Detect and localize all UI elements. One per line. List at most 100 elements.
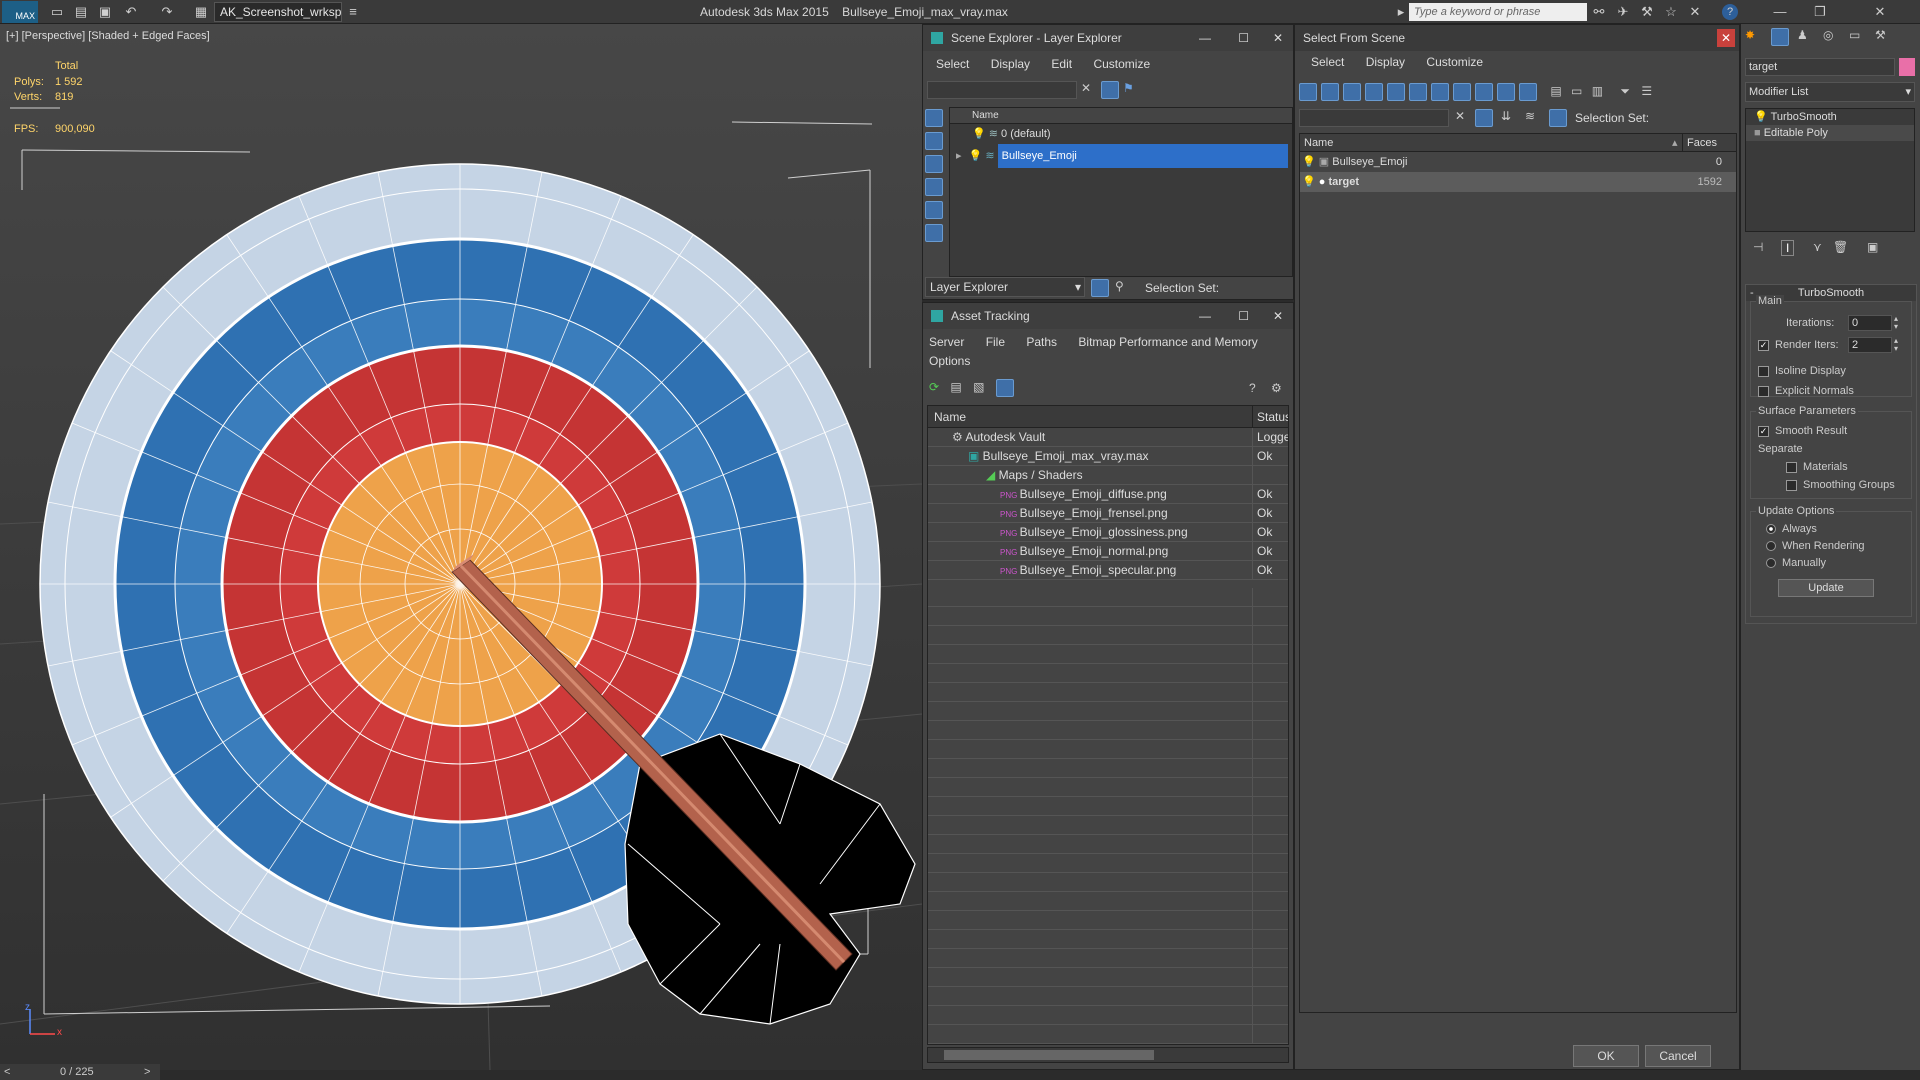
filter-bones-icon[interactable]: [1475, 83, 1493, 101]
menu-bitmap-performance[interactable]: Bitmap Performance and Memory: [1078, 335, 1257, 349]
binoculars-icon[interactable]: ⚯: [1590, 3, 1608, 21]
column-header-faces[interactable]: Faces: [1682, 134, 1726, 152]
sidebar-layers-icon[interactable]: [925, 224, 943, 242]
light-bulb-icon[interactable]: 💡: [1754, 111, 1771, 123]
display-filter-icon[interactable]: ⏷: [1620, 84, 1630, 98]
menu-display[interactable]: Display: [1366, 55, 1405, 69]
configure-sets-icon[interactable]: ▣: [1867, 240, 1878, 254]
restore-icon[interactable]: ❐: [1800, 0, 1840, 24]
layer-row-bullseye[interactable]: ▸ 💡 ≋ Bullseye_Emoji: [950, 144, 1292, 168]
filter-spacewarps-icon[interactable]: [1409, 83, 1427, 101]
search-arrow-icon[interactable]: ▸: [1392, 3, 1410, 21]
modify-tab-icon[interactable]: [1771, 28, 1789, 46]
asset-row-png[interactable]: PNG Bullseye_Emoji_diffuse.png Ok: [928, 485, 1288, 504]
menu-edit[interactable]: Edit: [1051, 57, 1072, 71]
sidebar-geometry-icon[interactable]: [925, 109, 943, 127]
render-iters-spinner[interactable]: 2: [1848, 337, 1892, 353]
time-next-button[interactable]: >: [144, 1064, 150, 1080]
materials-checkbox[interactable]: Materials: [1786, 461, 1848, 473]
bulb-icon[interactable]: 💡: [969, 150, 983, 162]
menu-file[interactable]: File: [986, 335, 1005, 349]
display-children-icon[interactable]: ⇊: [1501, 109, 1511, 123]
filter-cameras-icon[interactable]: [1365, 83, 1383, 101]
smoothing-groups-checkbox[interactable]: Smoothing Groups: [1786, 479, 1895, 491]
sidebar-shapes-icon[interactable]: [925, 132, 943, 150]
save-file-icon[interactable]: ▣: [96, 3, 114, 21]
table-view-icon[interactable]: [995, 379, 1014, 397]
asset-row-maps[interactable]: ◢ Maps / Shaders: [928, 466, 1288, 485]
always-radio[interactable]: Always: [1766, 523, 1817, 535]
object-row-bullseye[interactable]: 💡 ▣ Bullseye_Emoji 0: [1300, 152, 1736, 172]
object-name-field[interactable]: target: [1745, 58, 1895, 76]
scene-explorer-minimize-icon[interactable]: —: [1199, 25, 1211, 51]
subscription-icon[interactable]: ⚒: [1638, 3, 1656, 21]
filter-helpers-icon[interactable]: [1387, 83, 1405, 101]
smooth-result-checkbox[interactable]: ✓ Smooth Result: [1758, 425, 1847, 437]
favorites-star-icon[interactable]: ☆: [1662, 3, 1680, 21]
modifier-list-dropdown[interactable]: Modifier List ▾: [1745, 82, 1915, 102]
filter-shapes-icon[interactable]: [1321, 83, 1339, 101]
ok-button[interactable]: OK: [1573, 1045, 1639, 1067]
project-folder-icon[interactable]: ▦: [192, 3, 210, 21]
bulb-icon[interactable]: 💡: [1300, 156, 1316, 168]
clear-search-icon[interactable]: ✕: [1081, 81, 1091, 95]
manually-radio[interactable]: Manually: [1766, 557, 1826, 569]
filter-lights-icon[interactable]: [1343, 83, 1361, 101]
column-header-name[interactable]: Name: [928, 410, 966, 424]
menu-options[interactable]: Options: [929, 354, 970, 368]
show-end-result-icon[interactable]: I: [1781, 240, 1795, 256]
select-all-icon[interactable]: ▤: [1550, 84, 1561, 98]
viewport-scene[interactable]: [0, 24, 922, 1070]
asset-tracking-titlebar[interactable]: Asset Tracking — ☐ ✕: [923, 303, 1293, 329]
filter-xrefs-icon[interactable]: [1453, 83, 1471, 101]
stack-item-editable-poly[interactable]: ■ Editable Poly: [1746, 125, 1914, 141]
menu-customize[interactable]: Customize: [1093, 57, 1150, 71]
menu-server[interactable]: Server: [929, 335, 964, 349]
hierarchy-view-icon[interactable]: ⚲: [1115, 279, 1124, 293]
hierarchy-tab-icon[interactable]: ♟: [1797, 28, 1808, 42]
column-header-status[interactable]: Status: [1252, 406, 1288, 428]
filter-icon[interactable]: [1101, 81, 1119, 99]
scrollbar-thumb[interactable]: [944, 1050, 1154, 1060]
pin-stack-icon[interactable]: ⊣: [1753, 240, 1763, 254]
menu-paths[interactable]: Paths: [1026, 335, 1057, 349]
keyword-search-input[interactable]: Type a keyword or phrase: [1409, 3, 1587, 21]
asset-row-maxfile[interactable]: ▣ Bullseye_Emoji_max_vray.max Ok: [928, 447, 1288, 466]
select-dialog-titlebar[interactable]: Select From Scene ✕: [1295, 25, 1739, 51]
create-tab-icon[interactable]: ✸: [1745, 28, 1755, 42]
bulb-icon[interactable]: 💡: [1300, 176, 1316, 188]
perspective-viewport[interactable]: [+] [Perspective] [Shaded + Edged Faces]…: [0, 24, 922, 1070]
cancel-button[interactable]: Cancel: [1645, 1045, 1711, 1067]
layers-view-icon[interactable]: [1091, 279, 1109, 297]
asset-row-vault[interactable]: ⚙ Autodesk Vault Logged: [928, 428, 1288, 447]
asset-settings-icon[interactable]: ⚙: [1271, 381, 1282, 395]
sidebar-lights-icon[interactable]: [925, 155, 943, 173]
undo-icon[interactable]: ↶: [122, 3, 140, 21]
motion-tab-icon[interactable]: ◎: [1823, 28, 1833, 42]
asset-horizontal-scrollbar[interactable]: [927, 1047, 1289, 1063]
close-window-icon[interactable]: ✕: [1840, 0, 1920, 24]
filter-groups-icon[interactable]: [1431, 83, 1449, 101]
select-invert-icon[interactable]: ▥: [1592, 84, 1603, 98]
time-slider[interactable]: < 0 / 225 >: [0, 1064, 160, 1080]
asset-minimize-icon[interactable]: —: [1199, 303, 1211, 329]
tools-icon[interactable]: ✈: [1614, 3, 1632, 21]
scene-explorer-titlebar[interactable]: Scene Explorer - Layer Explorer — ☐ ✕: [923, 25, 1293, 51]
hierarchy-icon[interactable]: [1549, 109, 1567, 127]
expand-arrow-icon[interactable]: ▸: [956, 150, 962, 162]
scene-explorer-maximize-icon[interactable]: ☐: [1238, 25, 1249, 51]
asset-row-png[interactable]: PNG Bullseye_Emoji_specular.png Ok: [928, 561, 1288, 580]
filter-frozen-icon[interactable]: [1519, 83, 1537, 101]
filter-geometry-icon[interactable]: [1299, 83, 1317, 101]
menu-customize[interactable]: Customize: [1426, 55, 1483, 69]
select-search-input[interactable]: [1299, 109, 1449, 127]
open-file-icon[interactable]: ▤: [72, 3, 90, 21]
layers-icon[interactable]: ≋: [1525, 109, 1535, 123]
new-file-icon[interactable]: ▭: [48, 3, 66, 21]
utilities-tab-icon[interactable]: ⚒: [1875, 28, 1886, 42]
asset-help-icon[interactable]: ?: [1249, 381, 1256, 395]
layer-row-default[interactable]: 💡 ≋ 0 (default): [950, 124, 1292, 144]
display-tab-icon[interactable]: ▭: [1849, 28, 1860, 42]
list-view-icon[interactable]: ▤: [950, 380, 961, 394]
sidebar-cameras-icon[interactable]: [925, 178, 943, 196]
